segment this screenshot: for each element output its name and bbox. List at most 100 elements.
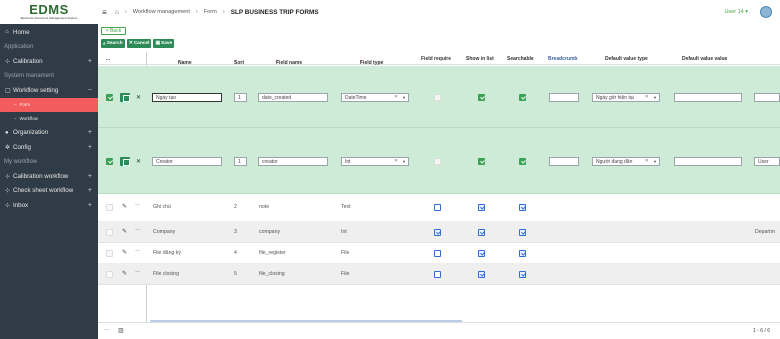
table-row[interactable]: ✎ ··· File đăng ký 4 file_register File <box>98 243 780 264</box>
default-value-type-select[interactable]: Người đang đăn ✕ ▼ <box>592 157 660 166</box>
searchable-checkbox[interactable] <box>519 271 526 278</box>
edit-pencil-icon[interactable]: ✎ <box>122 203 127 210</box>
edit-pencil-icon[interactable]: ✎ <box>122 228 127 235</box>
field-require-checkbox[interactable] <box>434 204 441 211</box>
table-row[interactable]: ✎ ··· Ghi chú 2 note Text <box>98 194 780 222</box>
avatar[interactable] <box>760 6 772 18</box>
field-type-select[interactable]: DateTime ✕ ▼ <box>341 93 409 102</box>
col-header-show-in-list[interactable]: Show in list <box>466 56 494 62</box>
sidebar-item-inbox[interactable]: ⊹ Inbox + <box>0 198 98 213</box>
home-icon[interactable]: ⌂ <box>115 9 119 16</box>
user-menu[interactable]: User 14 ▾ <box>724 9 748 15</box>
clear-icon[interactable]: ✕ <box>645 159 649 164</box>
row-more-icon[interactable]: ··· <box>135 269 140 275</box>
hamburger-menu-icon[interactable]: ≡ <box>102 8 107 17</box>
show-in-list-checkbox[interactable] <box>478 204 485 211</box>
cell-name: Company <box>153 229 176 235</box>
clear-icon[interactable]: ✕ <box>394 95 398 100</box>
show-in-list-checkbox[interactable] <box>478 158 485 165</box>
row-more-icon[interactable]: ··· <box>135 202 140 208</box>
field-name-field[interactable]: date_created <box>258 93 328 102</box>
field-require-checkbox[interactable] <box>434 271 441 278</box>
sidebar-item-home[interactable]: ⌂ Home <box>0 25 98 40</box>
show-in-list-checkbox[interactable] <box>478 94 485 101</box>
save-button[interactable]: ▣ Save <box>153 39 175 48</box>
default-value-type-select[interactable]: Ngày giờ hiện tại ✕ ▼ <box>592 93 660 102</box>
breadcrumb-field[interactable] <box>549 157 579 166</box>
chevron-down-icon[interactable]: ▼ <box>653 96 657 100</box>
name-field[interactable]: Creator <box>152 157 222 166</box>
search-button[interactable]: ⌕ Search <box>101 39 125 48</box>
clear-icon[interactable]: ✕ <box>394 159 398 164</box>
show-in-list-checkbox[interactable] <box>478 229 485 236</box>
columns-icon[interactable]: ▥ <box>118 327 124 334</box>
sidebar-item-config[interactable]: ✲ Config + <box>0 140 98 155</box>
cancel-button[interactable]: ✕ Cancel <box>126 39 152 48</box>
chevron-down-icon[interactable]: ▼ <box>653 160 657 164</box>
col-header-field-require[interactable]: Field require <box>421 56 451 62</box>
extra-field[interactable] <box>754 93 780 102</box>
save-icon: ▣ <box>155 41 160 46</box>
table-row[interactable]: ✎ ··· File closing 5 file_closing File <box>98 264 780 285</box>
breadcrumb-form[interactable]: Form <box>204 9 217 15</box>
searchable-checkbox[interactable] <box>519 158 526 165</box>
edit-pencil-icon[interactable]: ✎ <box>122 270 127 277</box>
back-button[interactable]: < Back <box>101 27 126 35</box>
col-header-default-value-type[interactable]: Default value type <box>605 56 648 62</box>
searchable-checkbox[interactable] <box>519 229 526 236</box>
show-in-list-checkbox[interactable] <box>478 250 485 257</box>
cancel-row-icon[interactable]: ✕ <box>136 158 141 165</box>
chevron-down-icon[interactable]: ▼ <box>402 160 406 164</box>
default-value-field[interactable] <box>674 93 742 102</box>
field-name-field[interactable]: creator <box>258 157 328 166</box>
row-select-checkbox[interactable] <box>106 229 113 236</box>
save-row-button[interactable] <box>120 157 130 166</box>
breadcrumb-workflow-management[interactable]: Workflow management <box>133 9 190 15</box>
col-header-default-value-value[interactable]: Default value value <box>682 56 727 62</box>
grid-footer: ··· ▥ 1 - 6 / 6 <box>98 322 780 339</box>
sort-field[interactable]: 1 <box>234 93 247 102</box>
row-more-icon[interactable]: ··· <box>135 227 140 233</box>
col-header-breadcrumb[interactable]: Breadcrumb <box>548 56 577 62</box>
sidebar-item-workflow-setting[interactable]: ▢ Workflow setting − <box>0 83 98 98</box>
breadcrumb-separator-icon: › <box>124 9 127 15</box>
name-field[interactable]: Ngày tạo <box>152 93 222 102</box>
col-header-searchable[interactable]: Searchable <box>507 56 534 62</box>
searchable-checkbox[interactable] <box>519 204 526 211</box>
row-select-checkbox[interactable] <box>106 158 113 165</box>
sidebar-item-organization[interactable]: ● Organization + <box>0 126 98 141</box>
field-require-checkbox[interactable] <box>434 250 441 257</box>
col-header-menu[interactable]: ... <box>106 56 110 62</box>
table-row[interactable]: ✎ ··· Company 3 company Int Departm <box>98 222 780 243</box>
sidebar-header-system: System manament <box>4 72 55 79</box>
chevron-down-icon[interactable]: ▼ <box>402 96 406 100</box>
show-in-list-checkbox[interactable] <box>478 271 485 278</box>
field-require-checkbox[interactable] <box>434 229 441 236</box>
cancel-row-icon[interactable]: ✕ <box>136 94 141 101</box>
extra-field[interactable]: User <box>754 157 780 166</box>
logo[interactable]: EDMS Electronic Document Management Syst… <box>0 0 98 24</box>
searchable-checkbox[interactable] <box>519 250 526 257</box>
sidebar-item-workflow[interactable]: – Workflow <box>0 112 98 126</box>
sort-field[interactable]: 1 <box>234 157 247 166</box>
field-type-select[interactable]: Int ✕ ▼ <box>341 157 409 166</box>
save-row-button[interactable] <box>120 93 130 102</box>
sidebar-item-calibration[interactable]: ⊹ Calibration + <box>0 54 98 69</box>
default-value-field[interactable] <box>674 157 742 166</box>
toolbar: ⌕ Search ✕ Cancel ▣ Save <box>101 39 175 48</box>
row-select-checkbox[interactable] <box>106 204 113 211</box>
row-select-checkbox[interactable] <box>106 94 113 101</box>
field-require-checkbox[interactable] <box>434 94 441 101</box>
breadcrumb-field[interactable] <box>549 93 579 102</box>
searchable-checkbox[interactable] <box>519 94 526 101</box>
field-require-checkbox[interactable] <box>434 158 441 165</box>
row-select-checkbox[interactable] <box>106 271 113 278</box>
row-more-icon[interactable]: ··· <box>135 248 140 254</box>
footer-more-icon[interactable]: ··· <box>104 327 110 333</box>
row-select-checkbox[interactable] <box>106 250 113 257</box>
sidebar-item-form[interactable]: – Form <box>0 97 98 112</box>
clear-icon[interactable]: ✕ <box>645 95 649 100</box>
edit-pencil-icon[interactable]: ✎ <box>122 249 127 256</box>
sidebar-item-calibration-workflow[interactable]: ⊹ Calibration workflow + <box>0 169 98 184</box>
sidebar-item-check-sheet-workflow[interactable]: ⊹ Check sheet workflow + <box>0 184 98 199</box>
